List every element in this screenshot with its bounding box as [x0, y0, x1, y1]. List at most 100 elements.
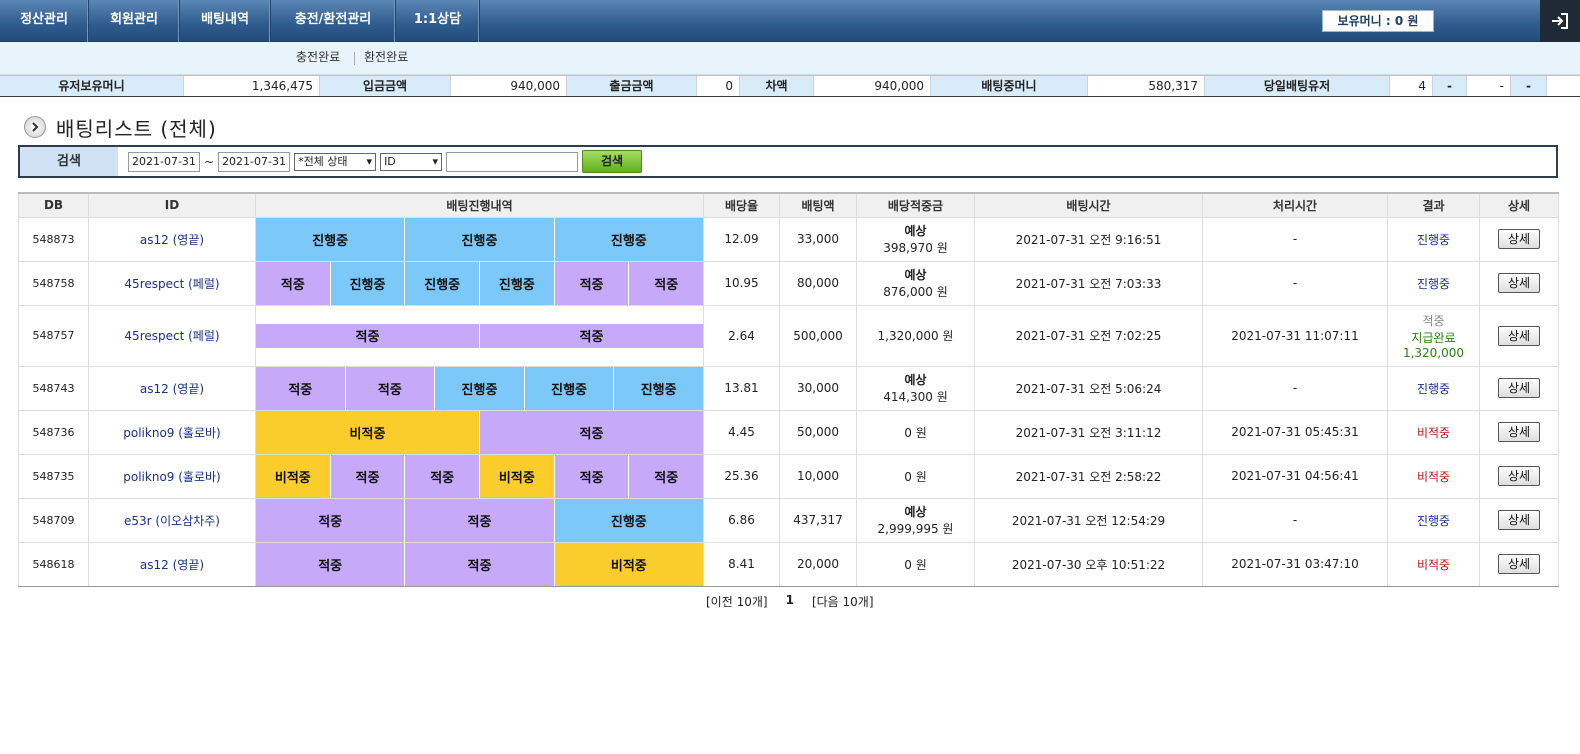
cell-progress: 비적중 적중 [255, 409, 704, 455]
detail-button[interactable]: 상세 [1498, 554, 1540, 574]
prev-page-link[interactable]: [이전 10개] [706, 593, 768, 610]
summary-label: 차액 [740, 76, 814, 96]
summary-value: 0 [697, 76, 740, 96]
user-id-link[interactable]: 45respect (페럴) [124, 329, 219, 343]
bet-leg-hit: 적중 [256, 542, 406, 586]
search-button[interactable]: 검색 [582, 150, 643, 173]
cell-id[interactable]: as12 (영끝) [88, 541, 256, 587]
bet-leg-ing: 진행중 [256, 217, 406, 261]
bet-leg-hit: 적중 [330, 454, 406, 498]
table-row: 548618 as12 (영끝) 적중 적중 비적중 8.41 20,000 0 원 2021-… [18, 541, 1559, 587]
result-status: 적중 [1422, 313, 1445, 328]
summary-fill [1547, 76, 1580, 96]
status-select-value: *전체 상태 [298, 154, 348, 168]
bet-leg-hit: 적중 [256, 498, 406, 542]
user-id-link[interactable]: polikno9 (홀로바) [123, 470, 220, 484]
bet-legs: 적중 적중 진행중 진행중 진행중 [256, 366, 703, 410]
cell-id[interactable]: polikno9 (홀로바) [88, 453, 256, 499]
bet-leg-miss: 비적중 [554, 542, 703, 586]
subnav-exchange-complete[interactable]: 환전완료 [364, 42, 408, 73]
col-result: 결과 [1387, 192, 1480, 218]
cell-id[interactable]: polikno9 (홀로바) [88, 409, 256, 455]
bet-leg-ing: 진행중 [524, 366, 615, 410]
summary-label: 당일배팅유저 [1205, 76, 1390, 96]
cell-id[interactable]: e53r (이오삼차주) [88, 497, 256, 543]
payout-amount: 1,320,000 [1402, 345, 1465, 360]
cell-db: 548709 [18, 497, 89, 543]
date-to-input[interactable]: 2021-07-31 [218, 151, 291, 172]
detail-button[interactable]: 상세 [1498, 229, 1540, 249]
cell-odds: 2.64 [703, 304, 780, 367]
nav-support[interactable]: 1:1상담 [396, 0, 480, 42]
next-page-link[interactable]: [다음 10개] [812, 593, 874, 610]
table-row: 548743 as12 (영끝) 적중 적중 진행중 진행중 진행중 13.81 30,000 예… [18, 365, 1559, 411]
search-input[interactable] [446, 151, 579, 172]
cell-progress: 적중 적중 진행중 진행중 진행중 [255, 365, 704, 411]
user-id-link[interactable]: polikno9 (홀로바) [123, 426, 220, 440]
user-id-link[interactable]: e53r (이오삼차주) [124, 514, 220, 528]
summary-extra: - [1511, 76, 1547, 96]
cell-amount: 20,000 [779, 541, 857, 587]
cell-detail: 상세 [1479, 365, 1559, 411]
search-bar: 검색 2021-07-31 ~ 2021-07-31 *전체 상태 ▾ ID ▾… [18, 145, 1558, 178]
current-page[interactable]: 1 [786, 593, 794, 610]
cell-id[interactable]: 45respect (페럴) [88, 304, 256, 367]
detail-button[interactable]: 상세 [1498, 378, 1540, 398]
col-progress: 배팅진행내역 [255, 192, 704, 218]
payout-status: 지급완료 [1411, 330, 1456, 345]
table-row: 548735 polikno9 (홀로바) 비적중 적중 적중 비적중 적중 적중 25.36 1… [18, 453, 1559, 499]
detail-button[interactable]: 상세 [1498, 422, 1540, 442]
result-status: 비적중 [1416, 469, 1451, 484]
nav-bets[interactable]: 배팅내역 [180, 0, 271, 42]
date-from-input[interactable]: 2021-07-31 [128, 151, 200, 172]
cell-odds: 8.41 [703, 541, 780, 587]
nav-settlement[interactable]: 정산관리 [0, 0, 89, 42]
result-status: 진행중 [1416, 276, 1451, 291]
detail-button[interactable]: 상세 [1498, 325, 1540, 346]
field-select[interactable]: ID ▾ [380, 152, 443, 171]
result-status: 비적중 [1416, 557, 1451, 572]
user-id-link[interactable]: as12 (영끝) [140, 558, 204, 572]
nav-charge-exchange[interactable]: 충전/환전관리 [271, 0, 396, 42]
logout-button[interactable] [1540, 0, 1580, 42]
cell-id[interactable]: as12 (영끝) [88, 365, 256, 411]
cell-win: 예상 876,000 원 [856, 260, 975, 306]
win-amount: 0 원 [904, 469, 927, 484]
table-row: 548757 45respect (페럴) 적중 적중 2.64 500,000 1,320… [18, 304, 1559, 367]
cell-progress: 적중 적중 진행중 [255, 497, 704, 543]
cell-bet-time: 2021-07-30 오후 10:51:22 [974, 541, 1203, 587]
subnav-charge-complete[interactable]: 충전완료 [296, 42, 340, 73]
detail-button[interactable]: 상세 [1498, 273, 1540, 293]
cell-detail: 상세 [1479, 304, 1559, 367]
sub-nav: 충전완료 환전완료 [0, 42, 1580, 75]
bet-leg-hit: 적중 [554, 454, 630, 498]
cell-detail: 상세 [1479, 216, 1559, 262]
detail-button[interactable]: 상세 [1498, 466, 1540, 486]
cell-odds: 10.95 [703, 260, 780, 306]
cell-db: 548743 [18, 365, 89, 411]
detail-button[interactable]: 상세 [1498, 510, 1540, 530]
bet-legs: 비적중 적중 적중 비적중 적중 적중 [256, 454, 704, 498]
cell-amount: 30,000 [779, 365, 857, 411]
nav-members[interactable]: 회원관리 [89, 0, 180, 42]
cell-process-time: 2021-07-31 03:47:10 [1202, 541, 1388, 587]
user-id-link[interactable]: 45respect (페럴) [124, 277, 219, 291]
cell-id[interactable]: as12 (영끝) [88, 216, 256, 262]
cell-db: 548618 [18, 541, 89, 587]
cell-win: 예상 398,970 원 [856, 216, 975, 262]
cell-amount: 500,000 [779, 304, 857, 367]
cell-db: 548758 [18, 260, 89, 306]
col-odds: 배당율 [703, 192, 780, 218]
bet-leg-ing: 진행중 [405, 261, 481, 305]
user-id-link[interactable]: as12 (영끝) [140, 382, 204, 396]
bet-leg-hit: 적중 [405, 454, 481, 498]
summary-extra: - [1433, 76, 1467, 96]
cell-process-time: 2021-07-31 05:45:31 [1202, 409, 1388, 455]
user-id-link[interactable]: as12 (영끝) [140, 233, 204, 247]
result-status: 진행중 [1416, 232, 1451, 247]
cell-progress: 적중 적중 [255, 304, 704, 367]
bet-leg-ing: 진행중 [480, 261, 555, 305]
cell-bet-time: 2021-07-31 오전 7:03:33 [974, 260, 1203, 306]
cell-id[interactable]: 45respect (페럴) [88, 260, 256, 306]
status-select[interactable]: *전체 상태 ▾ [294, 152, 377, 171]
